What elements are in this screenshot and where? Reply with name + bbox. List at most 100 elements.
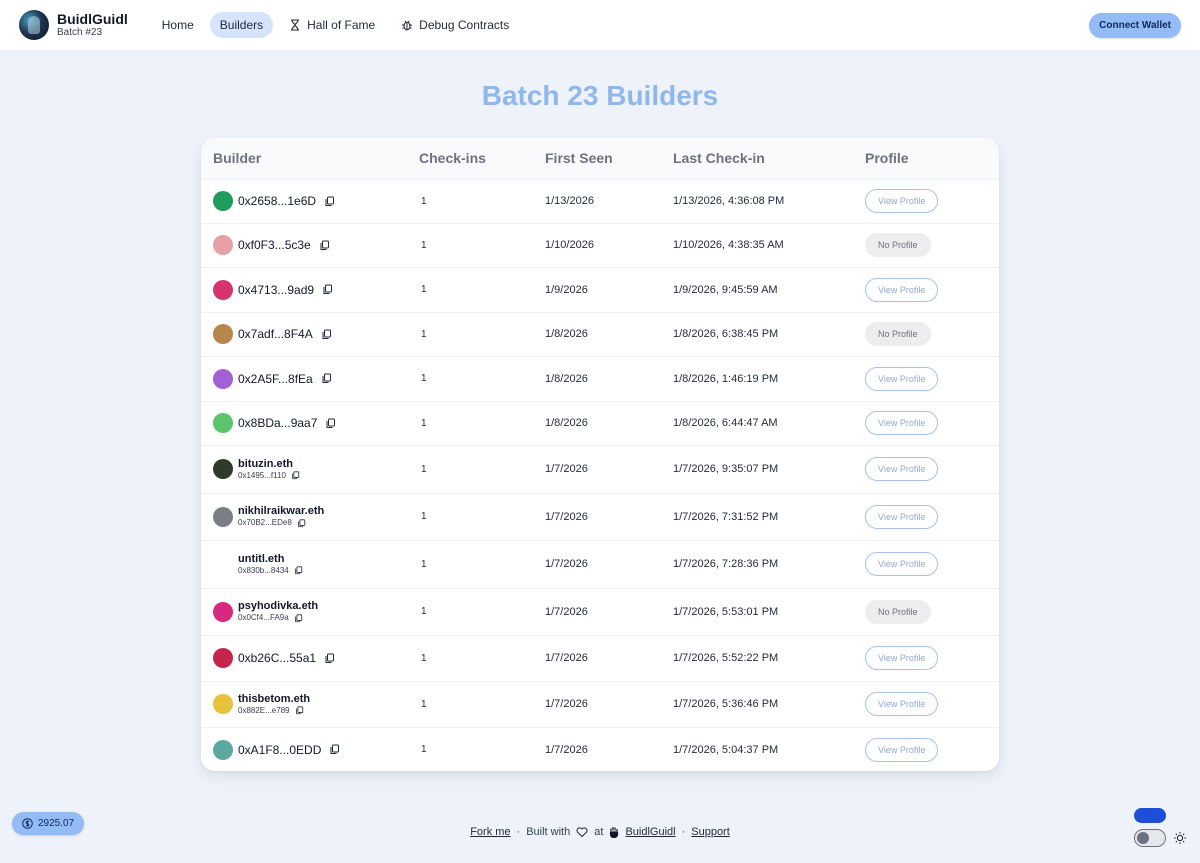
checkins-cell: 1 [407, 680, 533, 727]
last-checkin-cell: 1/7/2026, 5:52:22 PM [661, 634, 853, 681]
nav-debug-contracts-label: Debug Contracts [419, 18, 510, 32]
last-checkin-cell: 1/13/2026, 4:36:08 PM [661, 178, 853, 223]
ens-name[interactable]: thisbetom.eth [238, 693, 310, 706]
eth-price-badge[interactable]: 2925.07 [12, 812, 85, 835]
no-profile-badge: No Profile [865, 322, 931, 346]
nav-hall-of-fame[interactable]: Hall of Fame [279, 12, 385, 38]
builders-table: Builder Check-ins First Seen Last Check-… [201, 138, 999, 771]
hourglass-icon [289, 19, 301, 31]
view-profile-button[interactable]: View Profile [865, 737, 939, 762]
copy-icon[interactable] [297, 519, 306, 528]
copy-icon[interactable] [325, 418, 336, 429]
ens-name[interactable]: bituzin.eth [238, 458, 300, 471]
theme-toggle[interactable] [1134, 829, 1166, 847]
profile-cell: View Profile [853, 355, 999, 401]
fork-me-link[interactable]: Fork me [470, 826, 510, 838]
avatar [213, 648, 233, 668]
view-profile-button[interactable]: View Profile [865, 366, 939, 391]
builders-table-card: Builder Check-ins First Seen Last Check-… [201, 138, 999, 771]
copy-icon[interactable] [322, 284, 333, 295]
builder-cell: nikhilraikwar.eth 0x70B2...EDe8 [201, 492, 407, 540]
footer-separator: · [681, 826, 686, 838]
view-profile-button[interactable]: View Profile [865, 277, 939, 302]
builder-cell: thisbetom.eth 0x882E...e789 [201, 680, 407, 727]
view-profile-button[interactable]: View Profile [865, 646, 939, 670]
copy-icon[interactable] [294, 614, 303, 623]
avatar [213, 279, 233, 300]
builder-cell: 0xA1F8...0EDD [201, 726, 407, 771]
nav-debug-contracts[interactable]: Debug Contracts [391, 12, 519, 38]
first-seen-cell: 1/7/2026 [533, 492, 661, 540]
profile-cell: View Profile [853, 400, 999, 445]
checkins-cell: 1 [407, 634, 533, 681]
last-checkin-cell: 1/7/2026, 9:35:07 PM [661, 444, 853, 493]
built-with-text: Built with [526, 826, 571, 838]
builder-address[interactable]: 0x882E...e789 [238, 706, 290, 716]
view-profile-button[interactable]: View Profile [865, 457, 939, 481]
support-link[interactable]: Support [691, 826, 730, 838]
profile-cell: View Profile [853, 539, 999, 588]
builder-address[interactable]: 0x2A5F...8fEa [238, 372, 313, 386]
ens-name[interactable]: untitl.eth [238, 553, 303, 566]
builder-address[interactable]: 0xf0F3...5c3e [238, 238, 311, 252]
copy-icon[interactable] [329, 744, 340, 755]
copy-icon[interactable] [324, 653, 335, 664]
table-row: untitl.eth 0x830b...8434 1 1/7/2026 1/7/2026… [201, 539, 999, 588]
floating-action-button[interactable] [1134, 808, 1166, 823]
page-title: Batch 23 Builders [481, 80, 719, 111]
eth-price-value: 2925.07 [38, 818, 75, 829]
footer: Fork me · Built with at BuidlGuidl · Sup… [0, 826, 1200, 838]
builder-cell: 0x8BDa...9aa7 [201, 400, 407, 445]
avatar [213, 324, 233, 344]
first-seen-cell: 1/7/2026 [533, 539, 661, 588]
builder-address[interactable]: 0x830b...8434 [238, 566, 289, 576]
builder-cell: 0x4713...9ad9 [201, 266, 407, 312]
avatar [213, 191, 233, 211]
builder-address[interactable]: 0x1495...f110 [238, 471, 286, 481]
copy-icon[interactable] [291, 471, 300, 480]
nav-home[interactable]: Home [152, 12, 204, 38]
builder-address[interactable]: 0x7adf...8F4A [238, 327, 313, 341]
builder-address[interactable]: 0xb26C...55a1 [238, 651, 316, 665]
ens-name[interactable]: psyhodivka.eth [238, 600, 318, 613]
brand[interactable]: BuidlGuidl Batch #23 [19, 10, 128, 40]
table-row: 0x7adf...8F4A 1 1/8/2026 1/8/2026, 6:38:45 … [201, 311, 999, 356]
builder-address[interactable]: 0x70B2...EDe8 [238, 518, 292, 528]
view-profile-button[interactable]: View Profile [865, 552, 939, 576]
toggle-knob [1137, 832, 1149, 844]
builder-address[interactable]: 0x4713...9ad9 [238, 283, 314, 297]
view-profile-button[interactable]: View Profile [865, 692, 939, 716]
copy-icon[interactable] [319, 240, 330, 251]
copy-icon[interactable] [321, 373, 332, 384]
col-last-checkin: Last Check-in [673, 150, 765, 167]
view-profile-button[interactable]: View Profile [865, 504, 939, 529]
builder-address[interactable]: 0x8BDa...9aa7 [238, 416, 317, 430]
copy-icon[interactable] [321, 329, 332, 340]
copy-icon[interactable] [324, 196, 335, 207]
checkins-cell: 1 [407, 355, 533, 401]
last-checkin-cell: 1/7/2026, 5:36:46 PM [661, 680, 853, 727]
builder-address[interactable]: 0xA1F8...0EDD [238, 743, 321, 757]
builder-cell: bituzin.eth 0x1495...f110 [201, 444, 407, 493]
first-seen-cell: 1/8/2026 [533, 355, 661, 401]
view-profile-button[interactable]: View Profile [865, 411, 939, 435]
nav-builders[interactable]: Builders [209, 12, 274, 38]
view-profile-button[interactable]: View Profile [865, 189, 939, 213]
checkins-cell: 1 [407, 539, 533, 588]
copy-icon[interactable] [295, 706, 304, 715]
ens-name[interactable]: nikhilraikwar.eth [238, 505, 324, 518]
brand-logo [19, 10, 49, 40]
nav-builders-label: Builders [219, 18, 264, 32]
brand-subtitle: Batch #23 [57, 27, 103, 39]
checkins-cell: 1 [407, 726, 533, 771]
connect-wallet-button[interactable]: Connect Wallet [1089, 12, 1181, 38]
checkins-cell: 1 [407, 222, 533, 267]
builder-address[interactable]: 0x0Cf4...FA9a [238, 613, 289, 623]
builder-address[interactable]: 0x2658...1e6D [238, 194, 316, 208]
copy-icon[interactable] [294, 566, 303, 575]
table-row: 0xb26C...55a1 1 1/7/2026 1/7/2026, 5:52:22 … [201, 634, 999, 681]
buidlguidl-link[interactable]: BuidlGuidl [625, 826, 675, 838]
checkins-cell: 1 [407, 492, 533, 540]
no-profile-badge: No Profile [865, 233, 931, 257]
first-seen-cell: 1/7/2026 [533, 634, 661, 681]
